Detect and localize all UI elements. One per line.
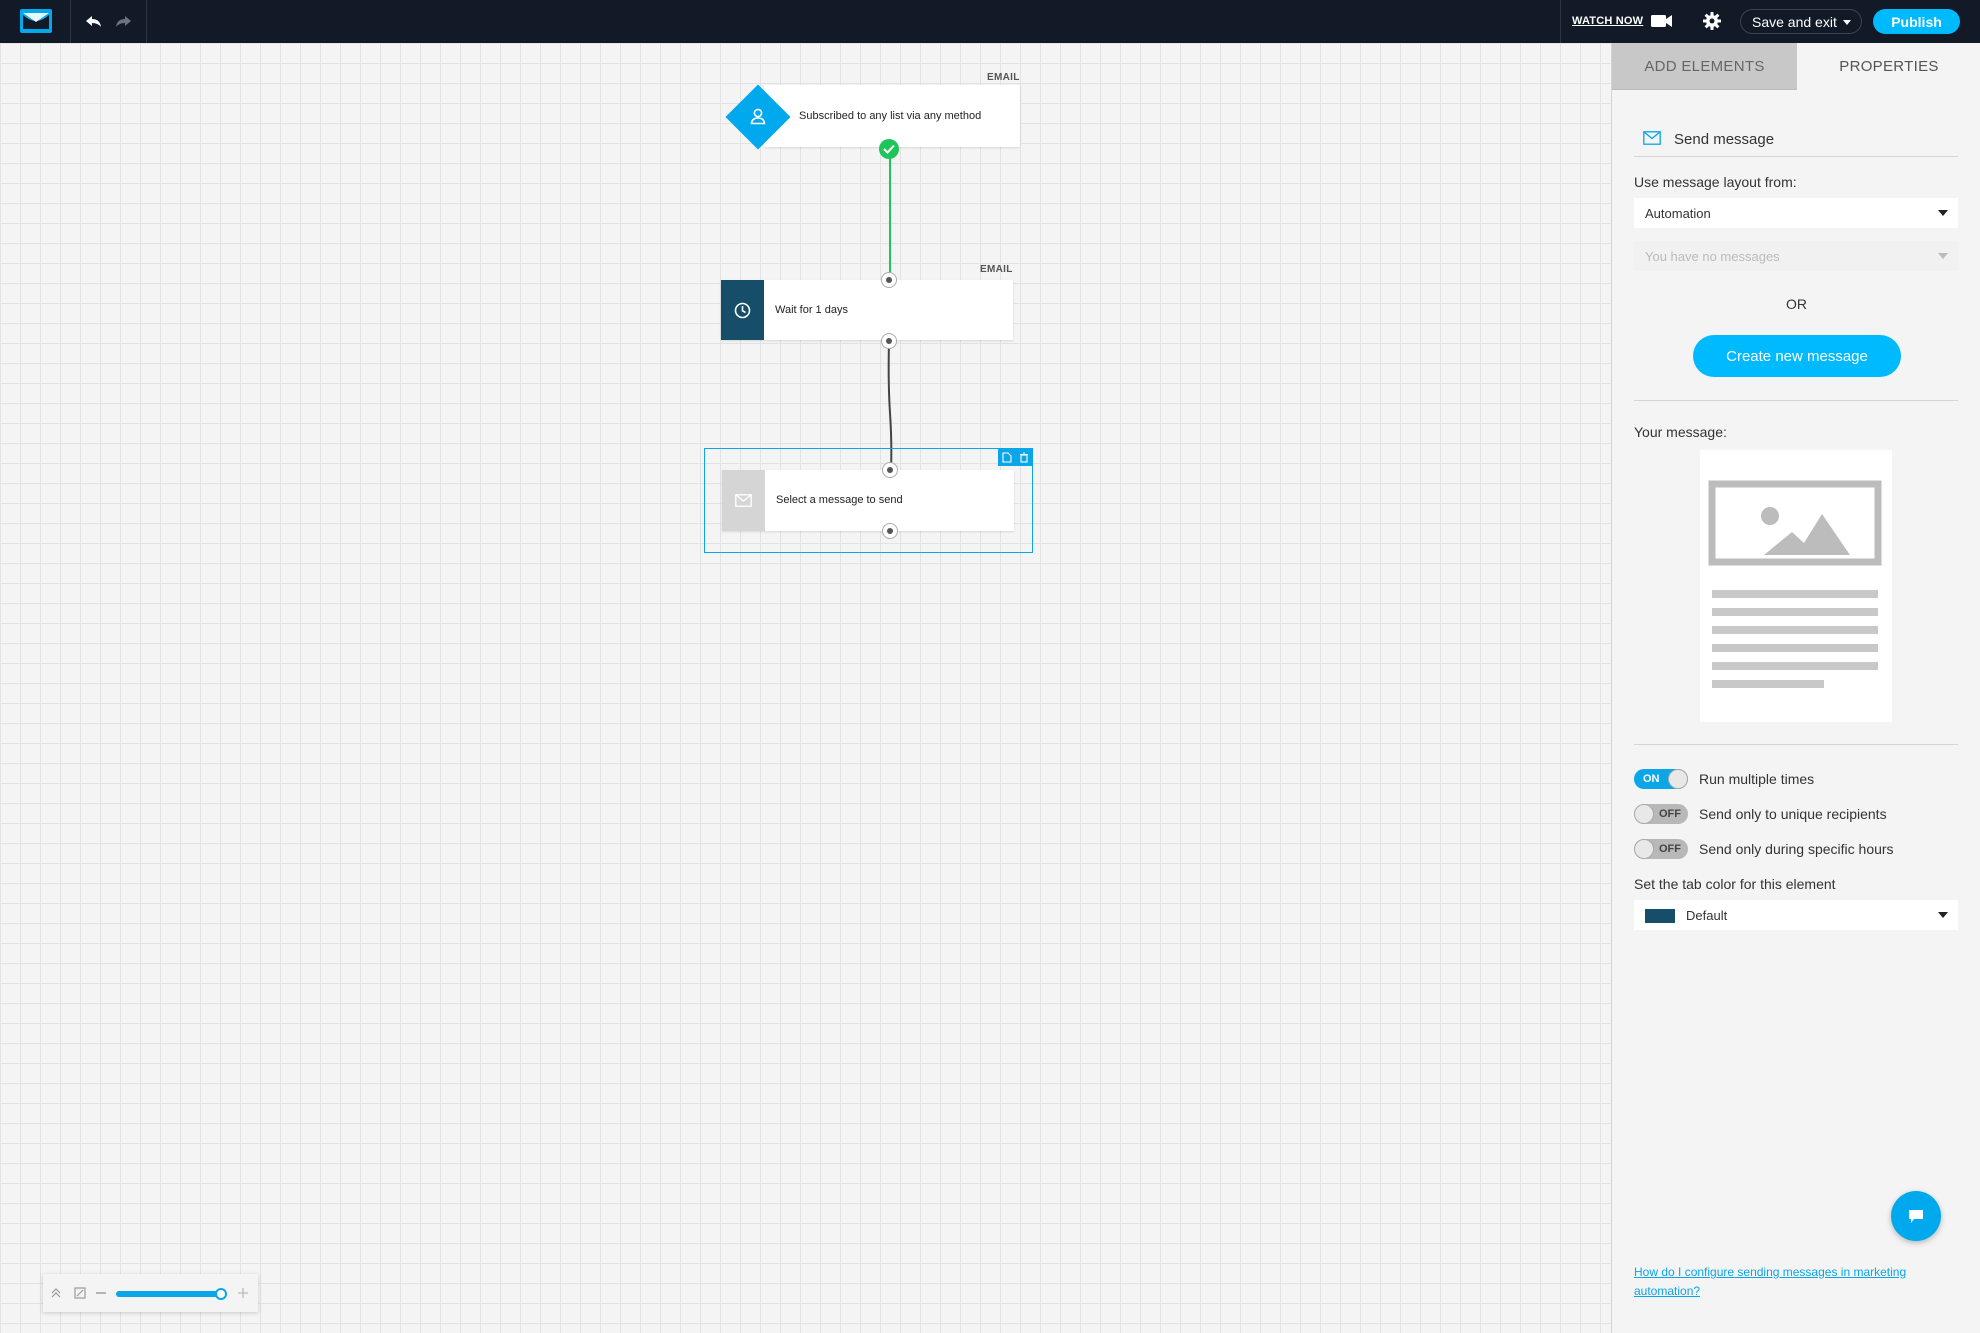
tab-add-elements[interactable]: ADD ELEMENTS — [1612, 43, 1797, 90]
layout-label: Use message layout from: — [1634, 174, 1797, 190]
video-camera-icon[interactable] — [1651, 14, 1673, 28]
section-header: Send message — [1634, 127, 1958, 157]
send-node-tab — [722, 470, 765, 531]
toggle-label: Send only to unique recipients — [1699, 806, 1887, 822]
messages-select[interactable]: You have no messages — [1634, 241, 1958, 271]
connectors — [887, 150, 893, 471]
zoom-slider-handle[interactable] — [215, 1288, 227, 1300]
trash-icon[interactable] — [1018, 451, 1030, 463]
publish-button[interactable]: Publish — [1873, 9, 1960, 34]
envelope-icon — [735, 494, 752, 507]
color-swatch — [1645, 909, 1675, 923]
undo-icon[interactable] — [83, 11, 105, 33]
message-preview[interactable] — [1700, 450, 1892, 722]
redo-icon[interactable] — [112, 11, 134, 33]
user-icon — [750, 108, 766, 125]
create-new-message-button[interactable]: Create new message — [1693, 335, 1901, 377]
layout-select-value: Automation — [1645, 205, 1711, 221]
output-port[interactable] — [882, 523, 898, 539]
zoom-slider[interactable] — [116, 1291, 224, 1297]
section-title: Send message — [1674, 131, 1775, 148]
node-label: Select a message to send — [776, 494, 903, 506]
fit-to-screen-icon[interactable] — [73, 1286, 87, 1300]
chevron-down-icon — [1843, 20, 1851, 25]
wait-node-tab — [721, 280, 764, 340]
layout-select[interactable]: Automation — [1634, 198, 1958, 228]
divider — [1634, 400, 1958, 401]
logo-icon[interactable] — [20, 9, 52, 33]
trigger-node-subscribed[interactable]: Subscribed to any list via any method — [764, 85, 1020, 147]
toggle-state: OFF — [1659, 808, 1681, 820]
toggle-label: Send only during specific hours — [1699, 841, 1894, 857]
clock-icon — [734, 302, 751, 319]
save-and-exit-label: Save and exit — [1752, 13, 1837, 30]
divider — [70, 0, 71, 43]
wait-node[interactable]: Wait for 1 days — [721, 280, 1013, 340]
image-placeholder-icon — [1708, 480, 1882, 688]
help-link[interactable]: How do I configure sending messages in m… — [1634, 1263, 1954, 1301]
toggle-state: ON — [1643, 773, 1660, 785]
envelope-icon — [1643, 131, 1661, 145]
your-message-label: Your message: — [1634, 424, 1727, 440]
top-bar: WATCH NOW Save and exit Publish — [0, 0, 1980, 43]
zoom-out-icon[interactable] — [94, 1286, 108, 1300]
tab-color-select[interactable]: Default — [1634, 900, 1958, 930]
node-toolbar — [998, 448, 1032, 466]
tab-color-value: Default — [1686, 907, 1728, 923]
zoom-controls — [43, 1274, 258, 1312]
tab-color-label: Set the tab color for this element — [1634, 876, 1836, 892]
or-divider-text: OR — [1786, 296, 1807, 312]
zoom-in-icon[interactable] — [236, 1286, 250, 1300]
watch-now-link[interactable]: WATCH NOW — [1572, 15, 1643, 27]
properties-panel: ADD ELEMENTS PROPERTIES Send message Use… — [1611, 43, 1980, 1333]
workflow-canvas[interactable]: EMAIL Subscribed to any list via any met… — [0, 43, 1611, 1333]
specific-hours-toggle[interactable]: OFF — [1634, 839, 1688, 859]
toggle-state: OFF — [1659, 843, 1681, 855]
send-message-node[interactable]: Select a message to send — [722, 470, 1014, 531]
node-tag: EMAIL — [987, 72, 1020, 83]
success-port[interactable] — [879, 139, 899, 159]
copy-icon[interactable] — [1001, 451, 1013, 463]
node-label: Wait for 1 days — [775, 304, 848, 316]
node-tag: EMAIL — [980, 264, 1013, 275]
toggle-knob — [1668, 769, 1688, 789]
output-port[interactable] — [881, 333, 897, 349]
toggle-knob — [1634, 839, 1654, 859]
node-label: Subscribed to any list via any method — [799, 110, 982, 122]
divider — [1634, 744, 1958, 745]
input-port[interactable] — [882, 462, 898, 478]
input-port[interactable] — [881, 272, 897, 288]
chat-button[interactable] — [1891, 1191, 1941, 1241]
run-multiple-times-toggle[interactable]: ON — [1634, 769, 1688, 789]
tab-properties[interactable]: PROPERTIES — [1797, 43, 1980, 90]
chevron-down-icon — [1938, 210, 1948, 216]
divider — [1560, 0, 1561, 43]
messages-select-placeholder: You have no messages — [1645, 248, 1780, 264]
save-and-exit-button[interactable]: Save and exit — [1740, 9, 1862, 34]
toggle-label: Run multiple times — [1699, 771, 1815, 787]
gear-icon[interactable] — [1702, 11, 1722, 31]
collapse-icon[interactable] — [49, 1286, 63, 1300]
chevron-down-icon — [1938, 253, 1948, 259]
chat-icon — [1909, 1209, 1923, 1223]
toggle-knob — [1634, 804, 1654, 824]
chevron-down-icon — [1938, 912, 1948, 918]
divider — [146, 0, 147, 43]
unique-recipients-toggle[interactable]: OFF — [1634, 804, 1688, 824]
